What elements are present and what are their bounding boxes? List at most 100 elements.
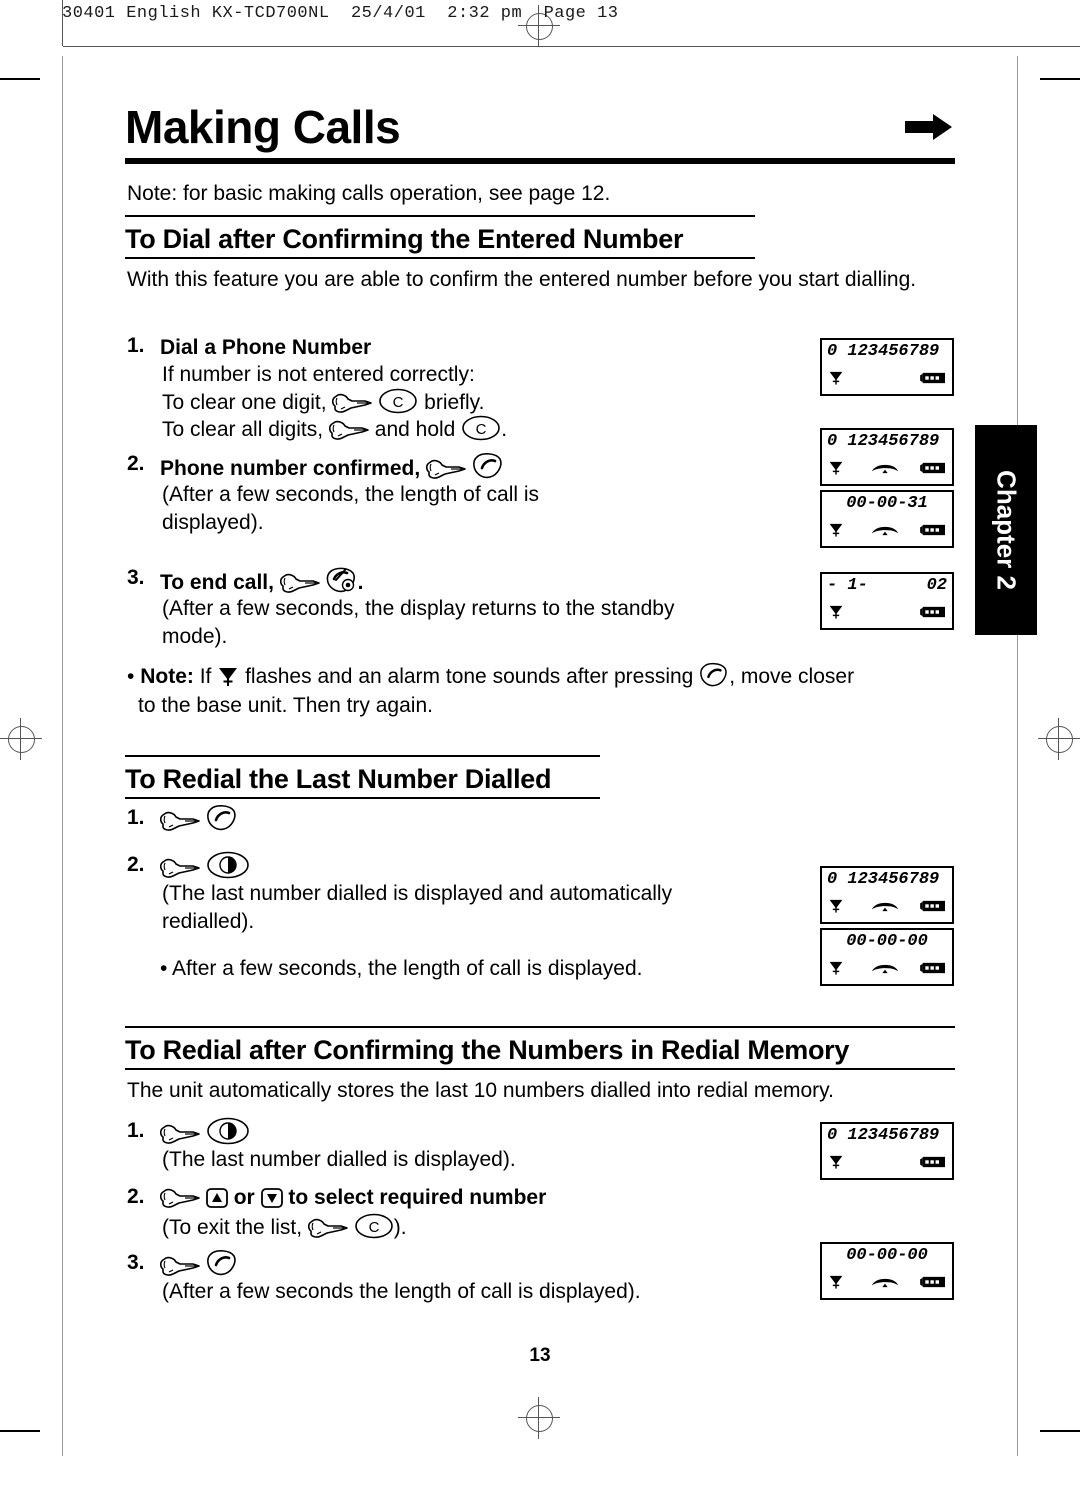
line3-pre: To clear all digits, (162, 418, 324, 441)
section1-intro-text: With this feature you are able to confir… (127, 268, 917, 291)
section1-step3-number: 3. (127, 566, 145, 589)
lcd-text-left: - 1- (827, 576, 868, 595)
end-call-key-icon (326, 566, 358, 594)
antenna-icon (828, 369, 844, 391)
section1-step2-number: 2. (127, 452, 145, 475)
section2-rule-bottom (125, 797, 600, 799)
section3-heading: To Redial after Confirming the Numbers i… (125, 1035, 850, 1065)
manual-page: Making Calls Note: for basic making call… (0, 0, 1080, 1509)
clear-key-icon: C (378, 388, 418, 414)
antenna-icon (828, 1273, 844, 1295)
section1-step1-line1: If number is not entered correctly: (162, 363, 475, 386)
lcd-text: 0 123456789 (827, 1126, 940, 1145)
pointing-hand-icon (160, 1185, 200, 1209)
line3-post: . (501, 418, 508, 441)
page-note-text: Note: for basic making calls operation, … (127, 182, 611, 205)
antenna-icon (828, 603, 844, 625)
section1-rule-top (125, 215, 755, 217)
talk-key-icon (206, 1249, 238, 1277)
right-arrow-icon (905, 112, 953, 142)
talk-key-icon (206, 804, 238, 832)
note-mid: flashes and an alarm tone sounds after p… (245, 665, 694, 688)
lcd-display: 0 123456789 (820, 866, 954, 924)
pointing-hand-icon (332, 390, 373, 414)
step2-title-text: Phone number confirmed, (160, 457, 421, 480)
line2-pre: To clear one digit, (162, 391, 327, 414)
section1-intro: With this feature you are able to confir… (127, 266, 937, 294)
section1-step3-title: To end call, . (160, 566, 364, 597)
section2-step1-number: 1. (127, 806, 145, 829)
section2-step2-icons (160, 851, 250, 882)
step3-title-post: . (357, 571, 364, 594)
section3-step2-title: or to select required number (160, 1184, 546, 1212)
note-pre: If (199, 665, 212, 688)
chapter-tab-label: Chapter 2 (991, 470, 1022, 590)
section1-step1-line2: To clear one digit, C briefly. (162, 388, 484, 417)
battery-icon (920, 523, 946, 541)
section1-note-line2: to the base unit. Then try again. (138, 694, 433, 717)
off-hook-handset-icon (870, 898, 900, 917)
redial-key-icon (206, 1117, 250, 1145)
svg-text:C: C (393, 394, 404, 411)
section3-step1-icons (160, 1117, 250, 1148)
section1-step2-detail2: displayed). (162, 511, 264, 534)
svg-text:C: C (368, 1219, 379, 1236)
talk-key-icon (699, 662, 729, 688)
clear-key-icon: C (354, 1213, 394, 1239)
lcd-display: - 1- 02 (820, 572, 954, 630)
battery-icon (920, 1155, 946, 1173)
line2-post: briefly. (424, 391, 485, 414)
section3-step3-detail: (After a few seconds the length of call … (162, 1280, 641, 1303)
section3-rule-bottom (125, 1068, 955, 1070)
lcd-text: 00-00-31 (846, 494, 928, 513)
section3-step1-detail: (The last number dialled is displayed). (162, 1148, 516, 1171)
lcd-text-right: 02 (926, 576, 947, 595)
down-key-icon (260, 1187, 283, 1209)
section1-step2-detail1: (After a few seconds, the length of call… (162, 483, 540, 506)
lcd-text: 0 123456789 (827, 870, 940, 889)
section1-note-line1: • Note: If flashes and an alarm tone sou… (127, 662, 854, 691)
antenna-icon (828, 459, 844, 481)
section3-rule-top (125, 1026, 955, 1028)
section1-step1-line3: To clear all digits, and hold C . (162, 415, 507, 444)
section3-step2-detail: (To exit the list, C ). (162, 1213, 407, 1242)
antenna-icon (828, 897, 844, 919)
pointing-hand-icon (160, 1121, 200, 1145)
antenna-icon (828, 959, 844, 981)
lcd-status-icons (822, 605, 952, 625)
note-label: Note: (140, 665, 194, 688)
lcd-text: 00-00-00 (846, 1246, 928, 1265)
step2-detail-post: ). (393, 1216, 407, 1239)
battery-icon (920, 1275, 946, 1293)
section2-step2-number: 2. (127, 853, 145, 876)
section2-bullet-note: • After a few seconds, the length of cal… (160, 957, 643, 980)
lcd-display: 00-00-00 (820, 928, 954, 986)
section1-step1-number: 1. (127, 334, 145, 357)
pointing-hand-icon (328, 417, 369, 441)
battery-icon (920, 899, 946, 917)
page-title: Making Calls (125, 101, 401, 153)
lcd-status-icons (822, 461, 952, 481)
lcd-status-icons (822, 371, 952, 391)
page-number: 13 (529, 1345, 551, 1366)
title-rule (125, 158, 955, 164)
section1-heading: To Dial after Confirming the Entered Num… (125, 224, 684, 254)
lcd-display: 0 123456789 (820, 428, 954, 486)
section2-heading: To Redial the Last Number Dialled (125, 764, 552, 794)
lcd-display: 00-00-00 (820, 1242, 954, 1300)
clear-key-icon: C (461, 415, 501, 441)
section3-intro: The unit automatically stores the last 1… (127, 1079, 834, 1102)
note-post: , move closer (729, 665, 855, 688)
section3-step2-number: 2. (127, 1185, 145, 1208)
step2-detail-pre: (To exit the list, (162, 1216, 303, 1239)
note-bullet: • (127, 665, 135, 688)
battery-icon (920, 605, 946, 623)
section2-step1-icons (160, 804, 238, 835)
section1-step3-detail2: mode). (162, 625, 228, 648)
svg-text:C: C (476, 421, 487, 438)
pointing-hand-icon (160, 808, 200, 832)
battery-icon (920, 961, 946, 979)
lcd-text: 0 123456789 (827, 432, 940, 451)
off-hook-handset-icon (870, 960, 900, 979)
pointing-hand-icon (160, 1253, 200, 1277)
